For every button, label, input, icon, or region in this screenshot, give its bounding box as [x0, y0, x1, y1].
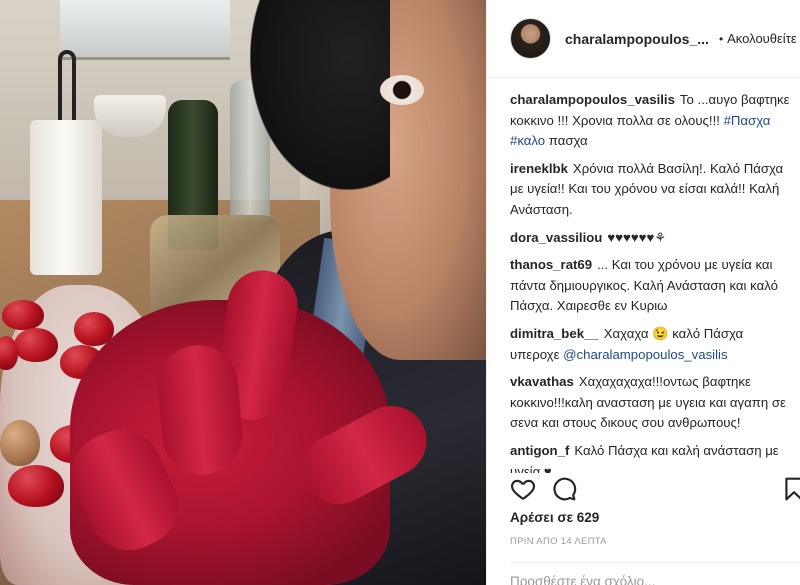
post-header: charalampopoulos_... • Ακολουθείτε — [487, 0, 800, 78]
avatar[interactable] — [510, 18, 551, 59]
comment-icon[interactable] — [551, 476, 577, 502]
hashtag-link[interactable]: #καλο — [510, 133, 545, 148]
photo-brown-egg — [0, 420, 40, 466]
hashtag-link[interactable]: #Πασχα — [724, 113, 771, 128]
post-timestamp: ΠΡΙΝ ΑΠΟ 14 ΛΕΠΤΑ — [510, 536, 607, 547]
caption-username[interactable]: charalampopoulos_vasilis — [510, 92, 675, 107]
header-username[interactable]: charalampopoulos_... — [565, 31, 709, 47]
comment-item: dimitra_bek__ Χαχαχα 😉 καλό Πάσχα υπεροχε… — [510, 324, 790, 365]
comment-text: ♥♥♥♥♥♥⚘ — [607, 229, 667, 245]
post-sidebar: charalampopoulos_... • Ακολουθείτε chara… — [486, 0, 800, 585]
comment-username[interactable]: ireneklbk — [510, 161, 568, 176]
comment-username[interactable]: dimitra_bek__ — [510, 326, 599, 341]
photo-red-egg — [14, 328, 58, 362]
comments-list: charalampopoulos_vasilis Το ...αυγο βαφτη… — [487, 78, 800, 473]
comment-item: antigon_f Καλό Πάσχα και καλή ανάσταση με… — [510, 441, 790, 473]
comment-username[interactable]: dora_vassiliou — [510, 230, 602, 245]
comment-item: thanos_rat69... Και του χρόνου με υγεία … — [510, 255, 790, 317]
bookmark-icon[interactable] — [781, 476, 800, 502]
comment-username[interactable]: antigon_f — [510, 443, 569, 458]
likes-count[interactable]: Αρέσει σε 629 — [510, 510, 599, 525]
heart-icon[interactable] — [510, 476, 536, 502]
photo-red-egg — [2, 300, 44, 330]
photo-window — [60, 0, 230, 60]
add-comment-input[interactable]: Προσθέστε ένα σχόλιο... — [510, 574, 655, 585]
photo-eye — [380, 75, 424, 105]
header-separator: • — [718, 31, 724, 46]
post-photo[interactable] — [0, 0, 486, 585]
photo-roll-holder — [58, 50, 76, 125]
following-button[interactable]: Ακολουθείτε — [727, 31, 796, 46]
comment-item: dora_vassiliou ♥♥♥♥♥♥⚘ — [510, 228, 790, 249]
photo-red-egg — [8, 465, 64, 507]
comment-item: ireneklbk Χρόνια πολλά Βασίλη!. Καλό Πάσχ… — [510, 159, 790, 221]
post-caption: charalampopoulos_vasilis Το ...αυγο βαφτη… — [510, 90, 790, 152]
photo-hair — [250, 0, 390, 190]
caption-text-end: πασχα — [548, 133, 588, 149]
comment-item: vkavathas Χαχαχαχαχα!!!οντως βαφτηκε κοκκ… — [510, 372, 790, 434]
divider — [510, 562, 800, 563]
mention-link[interactable]: @charalampopoulos_vasilis — [563, 347, 727, 362]
comment-username[interactable]: thanos_rat69 — [510, 257, 592, 272]
action-bar — [487, 476, 800, 506]
photo-paper-roll — [30, 120, 102, 275]
comment-username[interactable]: vkavathas — [510, 374, 574, 389]
